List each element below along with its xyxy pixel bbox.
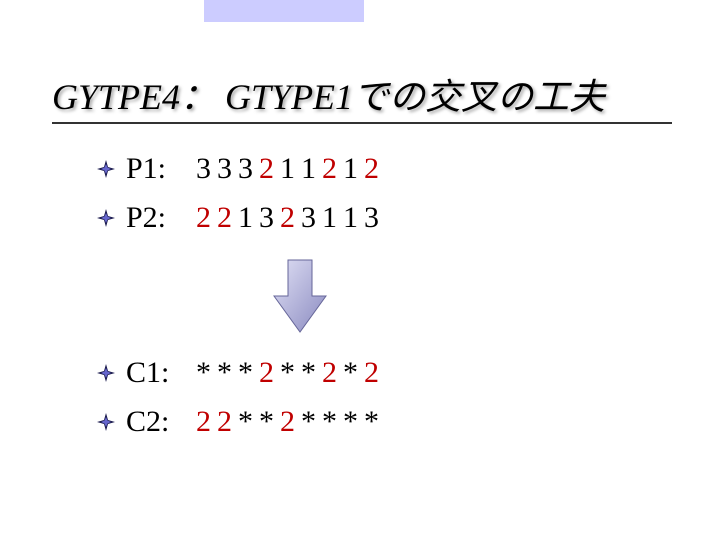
title-underline xyxy=(52,122,672,124)
parent-row: P1:333211212 xyxy=(96,146,385,191)
seq-cell: * xyxy=(280,356,295,389)
seq-cell: 1 xyxy=(238,201,253,234)
row-sequence: 333211212 xyxy=(196,146,385,191)
row-label: P1: xyxy=(126,146,186,191)
seq-cell: 2 xyxy=(280,201,295,234)
seq-cell: 3 xyxy=(238,152,253,185)
seq-cell: 3 xyxy=(259,201,274,234)
seq-cell: 1 xyxy=(280,152,295,185)
row-sequence: 22**2**** xyxy=(196,399,385,444)
seq-cell: 3 xyxy=(301,201,316,234)
row-label: C1: xyxy=(126,350,186,395)
parent-rows: P1:333211212P2:221323113 xyxy=(96,146,385,244)
seq-cell: 2 xyxy=(259,356,274,389)
bullet-icon xyxy=(96,363,116,383)
seq-cell: * xyxy=(301,356,316,389)
row-label: C2: xyxy=(126,399,186,444)
seq-cell: 2 xyxy=(196,405,211,438)
seq-cell: 2 xyxy=(322,152,337,185)
seq-cell: * xyxy=(259,405,274,438)
parent-row: P2:221323113 xyxy=(96,195,385,240)
child-row: C2:22**2**** xyxy=(96,399,385,444)
child-row: C1:***2**2*2 xyxy=(96,350,385,395)
bullet-icon xyxy=(96,412,116,432)
row-sequence: 221323113 xyxy=(196,195,385,240)
seq-cell: 2 xyxy=(322,356,337,389)
seq-cell: 1 xyxy=(322,201,337,234)
slide-title: GYTPE4： GTYPE1での交叉の工夫 xyxy=(52,68,605,120)
child-rows: C1:***2**2*2C2:22**2**** xyxy=(96,350,385,448)
seq-cell: * xyxy=(196,356,211,389)
seq-cell: 2 xyxy=(217,405,232,438)
row-label: P2: xyxy=(126,195,186,240)
bullet-icon xyxy=(96,159,116,179)
top-decor-bar xyxy=(204,0,364,22)
seq-cell: * xyxy=(343,405,358,438)
down-arrow-icon xyxy=(270,256,330,341)
bullet-icon xyxy=(96,208,116,228)
seq-cell: 3 xyxy=(364,201,379,234)
seq-cell: * xyxy=(217,356,232,389)
row-sequence: ***2**2*2 xyxy=(196,350,385,395)
slide: GYTPE4： GTYPE1での交叉の工夫 P1:333211212P2:221… xyxy=(0,0,720,540)
seq-cell: 2 xyxy=(217,201,232,234)
seq-cell: 3 xyxy=(217,152,232,185)
seq-cell: 1 xyxy=(343,201,358,234)
seq-cell: 2 xyxy=(196,201,211,234)
seq-cell: * xyxy=(322,405,337,438)
seq-cell: * xyxy=(238,405,253,438)
seq-cell: 1 xyxy=(301,152,316,185)
seq-cell: 2 xyxy=(280,405,295,438)
seq-cell: * xyxy=(238,356,253,389)
seq-cell: 3 xyxy=(196,152,211,185)
seq-cell: * xyxy=(301,405,316,438)
seq-cell: 2 xyxy=(259,152,274,185)
seq-cell: 2 xyxy=(364,356,379,389)
seq-cell: 1 xyxy=(343,152,358,185)
seq-cell: * xyxy=(343,356,358,389)
seq-cell: 2 xyxy=(364,152,379,185)
seq-cell: * xyxy=(364,405,379,438)
